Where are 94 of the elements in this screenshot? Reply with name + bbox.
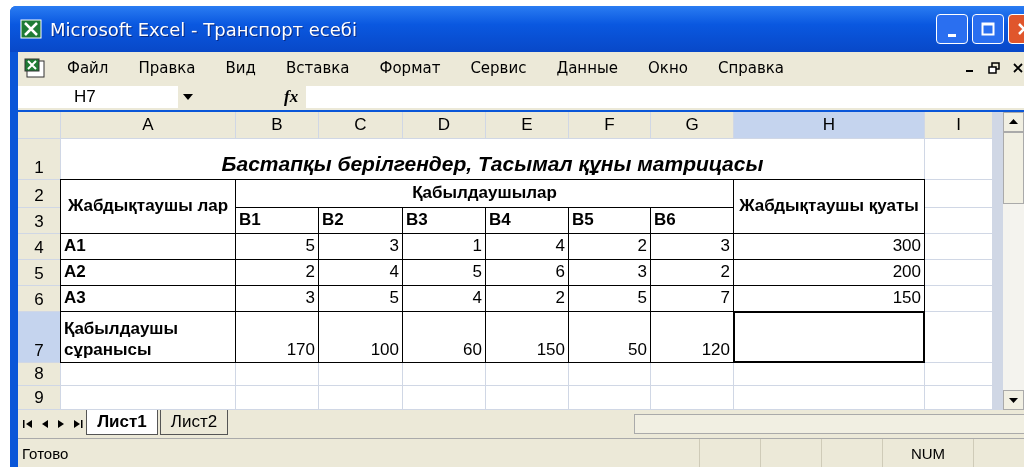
table-cell: B2 xyxy=(319,208,402,233)
table-cell: 150 xyxy=(734,286,924,311)
row-header[interactable]: 8 xyxy=(18,363,60,385)
restore-icon[interactable] xyxy=(988,62,1000,74)
table-cell: 4 xyxy=(486,234,568,259)
row-header[interactable]: 3 xyxy=(18,208,60,233)
table-cell: A3 xyxy=(61,286,235,311)
column-header[interactable]: E xyxy=(486,112,568,138)
menu-item[interactable]: Правка xyxy=(123,59,211,77)
row-header[interactable]: 6 xyxy=(18,286,60,311)
row-header[interactable]: 5 xyxy=(18,260,60,285)
table-cell: Қабылдаушылар xyxy=(236,180,733,207)
maximize-icon xyxy=(981,22,995,36)
column-header[interactable]: A xyxy=(61,112,235,138)
window-title: Microsoft Excel - Транспорт есебі xyxy=(50,18,357,40)
sheet-tab[interactable]: Лист1 xyxy=(86,410,158,435)
table-cell: 4 xyxy=(319,260,402,285)
dropdown-caret-icon[interactable] xyxy=(182,93,194,101)
menu-item[interactable]: Вставка xyxy=(270,59,365,77)
column-header[interactable]: C xyxy=(319,112,402,138)
table-cell: 3 xyxy=(236,286,318,311)
select-all-button[interactable] xyxy=(18,112,60,138)
menu-item[interactable]: Сервис xyxy=(455,59,542,77)
menu-item[interactable]: Файл xyxy=(52,59,124,77)
table-cell: 120 xyxy=(651,312,733,362)
table-cell: 60 xyxy=(403,312,485,362)
table-cell: B1 xyxy=(236,208,318,233)
scroll-thumb[interactable] xyxy=(634,414,1024,434)
scroll-up-button[interactable] xyxy=(1003,112,1024,132)
table-cell: 5 xyxy=(569,286,650,311)
table-cell: 3 xyxy=(569,260,650,285)
column-header[interactable]: G xyxy=(651,112,733,138)
table-cell: Қабылдаушы сұранысы xyxy=(61,312,235,362)
function-label[interactable]: fx xyxy=(284,87,299,107)
maximize-button[interactable] xyxy=(972,14,1004,44)
num-lock-indicator: NUM xyxy=(882,439,973,467)
scroll-down-button[interactable] xyxy=(1003,390,1024,410)
menu-item[interactable]: Вид xyxy=(210,59,271,77)
menu-item[interactable]: Данные xyxy=(541,59,634,77)
selected-cell[interactable] xyxy=(733,311,925,363)
table-cell: 300 xyxy=(734,234,924,259)
table-cell: B5 xyxy=(569,208,650,233)
menu-item[interactable]: Окно xyxy=(633,59,703,77)
table-cell: 5 xyxy=(403,260,485,285)
row-header[interactable]: 7 xyxy=(18,312,60,362)
workbook-icon xyxy=(24,58,46,78)
table-cell: B3 xyxy=(403,208,485,233)
table-cell: Жабдықтаушы қуаты xyxy=(734,180,924,233)
table-cell: 5 xyxy=(319,286,402,311)
empty-cell[interactable] xyxy=(925,208,992,233)
name-box[interactable]: H7 xyxy=(18,86,178,108)
row-header[interactable]: 4 xyxy=(18,234,60,259)
spreadsheet-icon xyxy=(20,19,42,39)
table-cell: 2 xyxy=(486,286,568,311)
column-header[interactable]: B xyxy=(236,112,318,138)
table-cell: 150 xyxy=(486,312,568,362)
table-cell: 2 xyxy=(236,260,318,285)
menu-item[interactable]: Справка xyxy=(702,59,799,77)
column-header[interactable]: H xyxy=(734,112,924,138)
minimize-button[interactable] xyxy=(936,14,968,44)
column-header[interactable]: D xyxy=(403,112,485,138)
column-header[interactable]: F xyxy=(569,112,650,138)
table-title: Бастапқы берілгендер, Тасымал құны матрицасы xyxy=(61,139,924,179)
table-cell: 4 xyxy=(403,286,485,311)
row-header[interactable]: 1 xyxy=(18,139,60,179)
empty-cell[interactable] xyxy=(925,180,992,207)
row-header[interactable]: 9 xyxy=(18,386,60,409)
column-header[interactable]: I xyxy=(925,112,992,138)
sheet-tab[interactable]: Лист2 xyxy=(159,410,229,435)
minimize-icon xyxy=(948,33,956,37)
first-sheet-button[interactable] xyxy=(20,417,35,431)
table-cell: 5 xyxy=(236,234,318,259)
table-cell: 3 xyxy=(319,234,402,259)
table-cell: 6 xyxy=(486,260,568,285)
table-cell: B6 xyxy=(651,208,733,233)
table-cell: 200 xyxy=(734,260,924,285)
table-cell: 170 xyxy=(236,312,318,362)
table-cell: 2 xyxy=(569,234,650,259)
menu-item[interactable]: Формат xyxy=(364,59,456,77)
table-cell: 7 xyxy=(651,286,733,311)
table-cell: A2 xyxy=(61,260,235,285)
table-cell: 50 xyxy=(569,312,650,362)
table-cell: 3 xyxy=(651,234,733,259)
table-cell: 1 xyxy=(403,234,485,259)
table-cell: A1 xyxy=(61,234,235,259)
scroll-thumb[interactable] xyxy=(1003,132,1024,204)
close-icon[interactable] xyxy=(1012,62,1024,74)
table-cell: Жабдықтаушы лар xyxy=(61,180,235,233)
row-header[interactable]: 2 xyxy=(18,180,60,207)
table-cell: B4 xyxy=(486,208,568,233)
table-cell: 100 xyxy=(319,312,402,362)
status-text: Готово xyxy=(21,444,69,462)
table-cell: 2 xyxy=(651,260,733,285)
formula-field[interactable] xyxy=(306,86,1024,108)
